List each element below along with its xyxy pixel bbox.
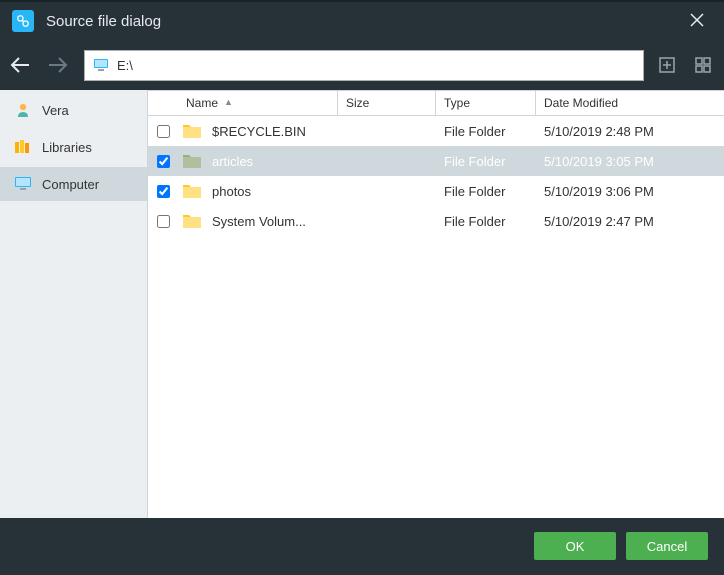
toolbar: E:\ — [0, 40, 724, 90]
file-name: System Volum... — [212, 214, 306, 229]
cell-date: 5/10/2019 2:48 PM — [536, 124, 724, 139]
view-grid-button[interactable] — [690, 52, 716, 78]
cell-name: articles — [178, 152, 338, 170]
folder-icon — [182, 122, 202, 140]
row-checkbox[interactable] — [148, 185, 178, 198]
back-button[interactable] — [4, 49, 36, 81]
file-name: articles — [212, 154, 253, 169]
path-bar[interactable]: E:\ — [84, 50, 644, 81]
table-row[interactable]: articles File Folder5/10/2019 3:05 PM — [148, 146, 724, 176]
computer-icon — [14, 176, 32, 192]
row-checkbox[interactable] — [148, 215, 178, 228]
close-button[interactable] — [682, 6, 712, 37]
cell-name: System Volum... — [178, 212, 338, 230]
sidebar: Vera Libraries Computer — [0, 90, 148, 518]
cell-type: File Folder — [436, 124, 536, 139]
app-icon — [12, 10, 34, 32]
ok-button[interactable]: OK — [534, 532, 616, 560]
table-row[interactable]: $RECYCLE.BIN File Folder5/10/2019 2:48 PM — [148, 116, 724, 146]
titlebar: Source file dialog — [0, 0, 724, 40]
cell-name: photos — [178, 182, 338, 200]
sidebar-item-vera[interactable]: Vera — [0, 93, 147, 127]
header-date[interactable]: Date Modified — [536, 91, 724, 115]
path-text: E:\ — [117, 58, 133, 73]
monitor-icon — [93, 58, 109, 72]
table-row[interactable]: photos File Folder5/10/2019 3:06 PM — [148, 176, 724, 206]
sidebar-item-label: Vera — [42, 103, 69, 118]
cell-date: 5/10/2019 3:05 PM — [536, 154, 724, 169]
row-checkbox[interactable] — [148, 125, 178, 138]
new-folder-button[interactable] — [654, 52, 680, 78]
folder-icon — [182, 182, 202, 200]
sidebar-item-computer[interactable]: Computer — [0, 167, 147, 201]
cell-type: File Folder — [436, 214, 536, 229]
sidebar-item-label: Libraries — [42, 140, 92, 155]
user-icon — [14, 102, 32, 118]
content-area: Vera Libraries Computer Name▲ Size Type Da… — [0, 90, 724, 518]
cell-type: File Folder — [436, 154, 536, 169]
header-name[interactable]: Name▲ — [178, 91, 338, 115]
sidebar-item-libraries[interactable]: Libraries — [0, 130, 147, 164]
column-headers: Name▲ Size Type Date Modified — [148, 90, 724, 116]
folder-icon — [182, 152, 202, 170]
sort-indicator-icon: ▲ — [224, 97, 233, 107]
libraries-icon — [14, 139, 32, 155]
table-row[interactable]: System Volum... File Folder5/10/2019 2:47… — [148, 206, 724, 236]
footer: OK Cancel — [0, 518, 724, 574]
header-size[interactable]: Size — [338, 91, 436, 115]
file-list: Name▲ Size Type Date Modified $RECYCLE.B… — [148, 90, 724, 518]
row-checkbox[interactable] — [148, 155, 178, 168]
cell-name: $RECYCLE.BIN — [178, 122, 338, 140]
forward-button[interactable] — [42, 49, 74, 81]
cell-date: 5/10/2019 2:47 PM — [536, 214, 724, 229]
header-checkbox — [148, 91, 178, 115]
sidebar-item-label: Computer — [42, 177, 99, 192]
file-name: photos — [212, 184, 251, 199]
cell-date: 5/10/2019 3:06 PM — [536, 184, 724, 199]
cancel-button[interactable]: Cancel — [626, 532, 708, 560]
folder-icon — [182, 212, 202, 230]
file-name: $RECYCLE.BIN — [212, 124, 306, 139]
dialog-title: Source file dialog — [46, 13, 682, 30]
cell-type: File Folder — [436, 184, 536, 199]
header-type[interactable]: Type — [436, 91, 536, 115]
